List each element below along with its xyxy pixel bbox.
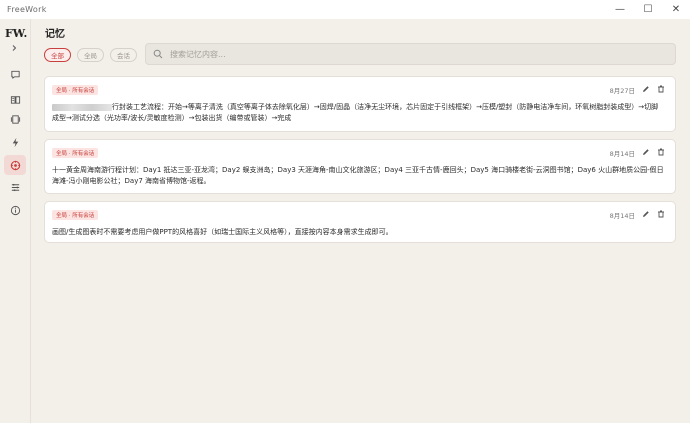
search-box[interactable] (145, 43, 676, 65)
filter-global-chip[interactable]: 全局 (77, 48, 104, 62)
search-icon (153, 49, 163, 59)
logo: FW. (5, 27, 28, 40)
sidebar-item-media[interactable] (4, 109, 26, 129)
window-controls: — ☐ ✕ (606, 0, 690, 19)
chevron-right-icon (12, 45, 17, 51)
redacted-text (52, 103, 112, 111)
memory-date: 8月14日 (609, 212, 635, 220)
memory-text: 十一黄金周海南游行程计划：Day1 抵达三亚-亚龙湾；Day2 蜈支洲岛；Day… (52, 166, 664, 185)
sliders-icon (11, 183, 19, 191)
message-icon (10, 70, 20, 79)
info-icon (10, 205, 20, 215)
memory-text: 画图/生成图表时不需要考虑用户做PPT的风格喜好（如瑞士国际主义风格等），直接按… (52, 228, 393, 236)
sidebar-item-skills[interactable] (4, 132, 26, 152)
app-title: FreeWork (7, 5, 47, 14)
pencil-icon (643, 86, 649, 92)
memory-icon (10, 160, 20, 170)
scope-tag: 全局 · 所有会话 (52, 85, 99, 95)
book-icon (10, 95, 20, 104)
memory-content: 行封装工艺流程：开始→等离子清洗（真空等离子体去除氧化层）→固焊/固晶（洁净无尘… (52, 102, 665, 124)
trash-icon (658, 148, 664, 156)
edit-button[interactable] (641, 84, 651, 94)
main-content: 记忆 全部 全局 会话 全局 · 所有会话 8月27日 行封装工艺流程：开始→等… (32, 19, 690, 423)
maximize-button[interactable]: ☐ (634, 0, 662, 19)
memory-card: 全局 · 所有会话 8月14日 画图/生成图表时不需要考虑用户做PPT的风格喜好… (44, 201, 676, 243)
minimize-button[interactable]: — (606, 0, 634, 19)
memory-date: 8月14日 (609, 150, 635, 158)
memory-text: 行封装工艺流程：开始→等离子清洗（真空等离子体去除氧化层）→固焊/固晶（洁净无尘… (52, 103, 659, 122)
edit-button[interactable] (641, 209, 651, 219)
memory-card: 全局 · 所有会话 8月14日 十一黄金周海南游行程计划：Day1 抵达三亚-亚… (44, 139, 676, 194)
sidebar-item-settings[interactable] (4, 177, 26, 197)
title-bar: FreeWork — ☐ ✕ (0, 0, 690, 19)
memory-card: 全局 · 所有会话 8月27日 行封装工艺流程：开始→等离子清洗（真空等离子体去… (44, 76, 676, 132)
trash-icon (658, 85, 664, 93)
lightning-icon (12, 137, 18, 147)
pencil-icon (643, 211, 649, 217)
edit-button[interactable] (641, 147, 651, 157)
pencil-icon (643, 149, 649, 155)
sidebar-item-library[interactable] (4, 89, 26, 109)
delete-button[interactable] (656, 84, 666, 94)
trash-icon (658, 210, 664, 218)
scope-tag: 全局 · 所有会话 (52, 148, 99, 158)
sidebar-item-chat[interactable] (4, 64, 26, 84)
scope-tag: 全局 · 所有会话 (52, 210, 99, 220)
delete-button[interactable] (656, 147, 666, 157)
sidebar-item-about[interactable] (4, 200, 26, 220)
expand-sidebar-button[interactable] (10, 44, 18, 55)
filter-all-chip[interactable]: 全部 (44, 48, 71, 62)
sidebar: FW. (0, 19, 31, 423)
search-input[interactable] (170, 49, 650, 59)
memory-date: 8月27日 (609, 87, 635, 95)
filter-session-chip[interactable]: 会话 (110, 48, 137, 62)
page-title: 记忆 (45, 29, 65, 40)
film-icon (10, 114, 20, 124)
delete-button[interactable] (656, 209, 666, 219)
close-button[interactable]: ✕ (662, 0, 690, 19)
sidebar-item-memory[interactable] (4, 155, 26, 175)
